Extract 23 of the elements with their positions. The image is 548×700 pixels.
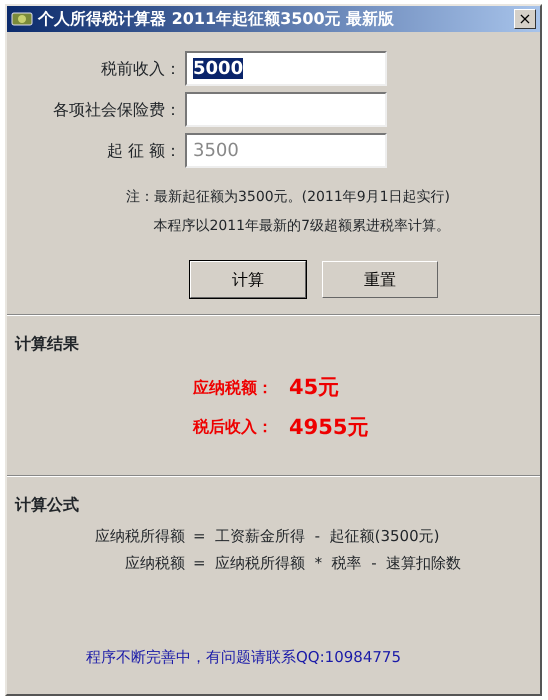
field-label: 各项社会保险费： <box>52 98 182 120</box>
formula-term: 应纳税额 <box>124 552 185 574</box>
window-title: 个人所得税计算器 2011年起征额3500元 最新版 <box>38 8 394 30</box>
field-label: 税前收入： <box>100 58 182 80</box>
input-field[interactable]: 5000 <box>185 51 387 86</box>
result-value: 45元 <box>289 374 340 401</box>
note-text: 注：最新起征额为3500元。(2011年9月1日起实行) <box>126 188 450 207</box>
result-label: 税后收入： <box>192 416 273 438</box>
action-button[interactable]: 计算 <box>190 261 306 298</box>
section-heading: 计算公式 <box>15 494 80 516</box>
formula-text: = 工资薪金所得 - 起征额(3500元) <box>193 526 440 547</box>
section-heading: 计算结果 <box>15 333 80 355</box>
result-label: 应纳税额： <box>192 376 273 399</box>
action-button[interactable]: 重置 <box>322 261 438 298</box>
result-value: 4955元 <box>289 414 368 440</box>
formula-text: = 应纳税所得额 * 税率 - 速算扣除数 <box>193 552 462 574</box>
footer-text: 程序不断完善中，有问题请联系QQ:10984775 <box>84 647 402 668</box>
close-button[interactable]: × <box>514 9 536 29</box>
field-label: 起 征 额： <box>106 140 182 162</box>
app-icon <box>11 12 33 26</box>
note-text: 本程序以2011年最新的7级超额累进税率计算。 <box>153 217 450 236</box>
input-field[interactable] <box>185 92 387 127</box>
formula-term: 应纳税所得额 <box>94 526 185 547</box>
